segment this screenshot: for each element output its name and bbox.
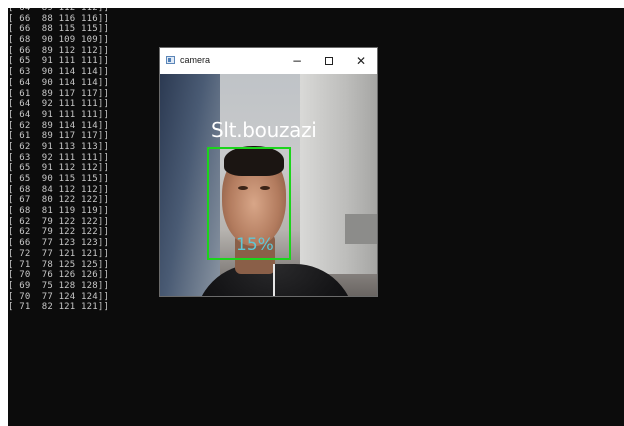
camera-frame: Slt.bouzazi 15% — [160, 74, 377, 296]
console-line: [ 62 79 122 122]] — [8, 216, 110, 227]
console-line: [ 66 88 116 116]] — [8, 13, 110, 24]
console-line: [ 71 82 121 121]] — [8, 302, 110, 313]
console-line: [ 66 89 112 112]] — [8, 45, 110, 56]
console-line: [ 62 89 114 114]] — [8, 120, 110, 131]
console-line: [ 67 80 122 122]] — [8, 195, 110, 206]
console-line: [ 64 92 111 111]] — [8, 99, 110, 110]
background-wall-right — [300, 74, 377, 274]
console-line: [ 71 78 125 125]] — [8, 259, 110, 270]
console-line: [ 68 90 109 109]] — [8, 35, 110, 46]
console-line: [ 65 91 112 112]] — [8, 163, 110, 174]
minimize-button[interactable]: − — [281, 48, 313, 74]
console-line: [ 62 79 122 122]] — [8, 227, 110, 238]
console-line: [ 62 91 113 113]] — [8, 141, 110, 152]
console-line: [ 61 89 117 117]] — [8, 131, 110, 142]
console-output: [ 64 89 112 112]][ 66 88 116 116]][ 66 8… — [8, 8, 109, 313]
maximize-button[interactable] — [313, 48, 345, 74]
maximize-icon — [325, 57, 333, 65]
background-shelf — [345, 214, 377, 244]
close-button[interactable]: ✕ — [345, 48, 377, 74]
console-line: [ 64 90 114 114]] — [8, 77, 110, 88]
console-line: [ 69 75 128 128]] — [8, 280, 110, 291]
recognized-name-label: Slt.bouzazi — [211, 118, 317, 142]
console-line: [ 64 89 112 112]] — [8, 8, 110, 13]
console-line: [ 65 90 115 115]] — [8, 174, 110, 184]
console-line: [ 64 91 111 111]] — [8, 109, 110, 120]
console-line: [ 61 89 117 117]] — [8, 88, 110, 99]
console-line: [ 70 76 126 126]] — [8, 270, 110, 281]
close-icon: ✕ — [355, 54, 367, 68]
console-line: [ 63 90 114 114]] — [8, 67, 110, 78]
console-line: [ 68 84 112 112]] — [8, 184, 110, 195]
console-line: [ 66 88 115 115]] — [8, 24, 110, 35]
console-line: [ 66 77 123 123]] — [8, 238, 110, 249]
camera-window[interactable]: camera − ✕ Slt.bouzazi 15% — [160, 48, 377, 296]
console-line: [ 68 81 119 119]] — [8, 206, 110, 217]
console-line: [ 65 91 111 111]] — [8, 56, 110, 67]
window-title: camera — [180, 55, 211, 65]
console-line: [ 70 77 124 124]] — [8, 291, 110, 302]
app-window-icon — [166, 56, 175, 64]
minimize-icon: − — [291, 54, 303, 68]
window-titlebar[interactable]: camera − ✕ — [160, 48, 377, 74]
console-line: [ 63 92 111 111]] — [8, 152, 110, 163]
earphone-cable — [273, 264, 275, 296]
console-line: [ 72 77 121 121]] — [8, 248, 110, 259]
confidence-label: 15% — [236, 235, 274, 255]
